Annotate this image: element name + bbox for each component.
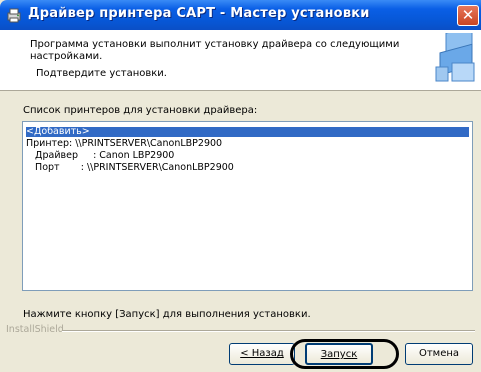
list-item-add-label: <Добавить> <box>26 126 90 137</box>
close-icon: ✕ <box>461 6 475 24</box>
start-button-highlight-ring <box>290 339 399 369</box>
footer-divider <box>62 330 475 332</box>
title-bar[interactable]: Драйвер принтера CAPT - Мастер установки… <box>0 0 481 30</box>
installer-window: Драйвер принтера CAPT - Мастер установки… <box>0 0 481 372</box>
back-button[interactable]: < Назад <box>229 343 295 365</box>
printer-app-icon <box>7 8 21 23</box>
close-button[interactable]: ✕ <box>457 5 479 26</box>
printer-listbox[interactable]: <Добавить> Принтер: \\PRINTSERVER\CanonL… <box>22 121 473 291</box>
list-item-add[interactable] <box>26 127 469 137</box>
list-item-printer: Принтер: \\PRINTSERVER\CanonLBP2900 <box>26 138 223 149</box>
installshield-label: InstallShield <box>6 324 64 335</box>
header-description: Программа установки выполнит установку д… <box>30 39 400 62</box>
list-item-port: Порт : \\PRINTSERVER\CanonLBP2900 <box>26 162 234 173</box>
back-button-label: < Назад <box>240 348 284 359</box>
cancel-button[interactable]: Отмена <box>405 343 473 365</box>
printer-list-label: Список принтеров для установки драйвера: <box>23 105 258 116</box>
cancel-button-label: Отмена <box>418 348 460 359</box>
footer-instruction: Нажмите кнопку [Запуск] для выполнения у… <box>23 309 311 320</box>
window-title: Драйвер принтера CAPT - Мастер установки <box>28 6 370 21</box>
header-instruction: Подтвердите установки. <box>36 68 167 79</box>
list-item-driver: Драйвер : Canon LBP2900 <box>26 150 175 161</box>
installer-graphic-icon <box>435 33 475 82</box>
header-panel: Программа установки выполнит установку д… <box>0 30 481 91</box>
